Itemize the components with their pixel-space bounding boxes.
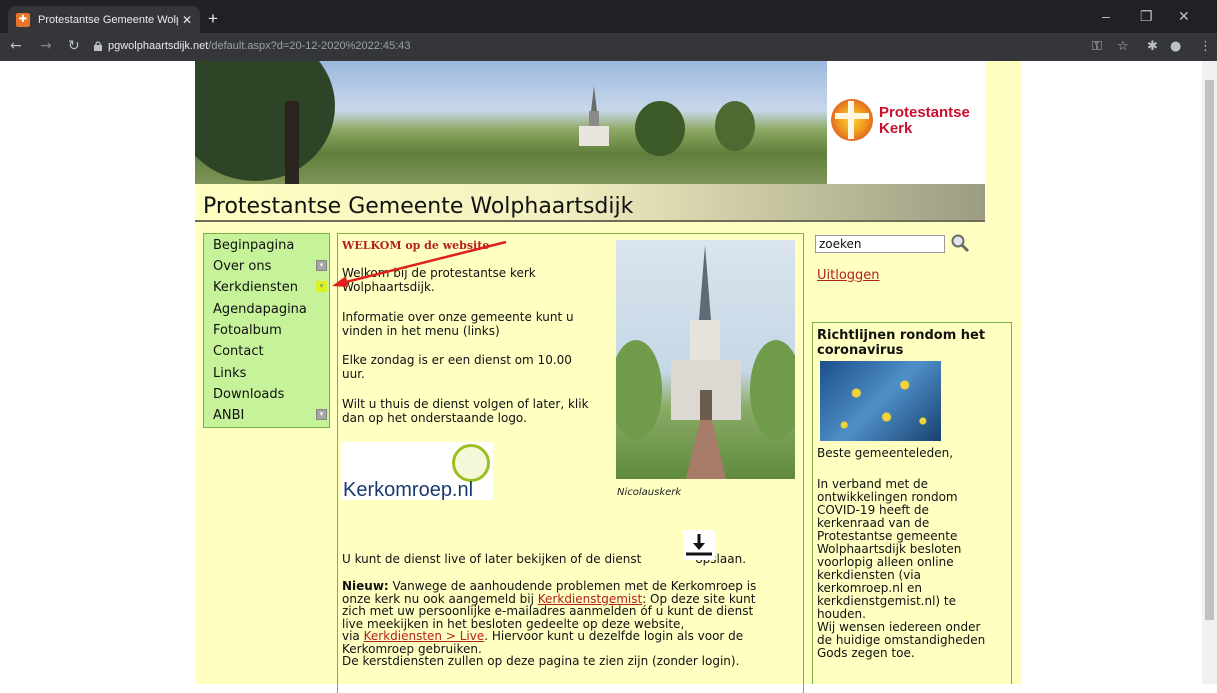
submenu-arrow-icon[interactable]: ▾ [316,409,327,420]
service-time-text: Elke zondag is er een dienst om 10.00 uur… [342,353,572,381]
reload-icon[interactable]: ↻ [68,38,80,54]
bookmark-star-icon[interactable]: ☆ [1117,39,1129,54]
close-window-icon[interactable]: ✕ [1178,8,1190,25]
annotation-arrow-icon [332,240,507,287]
logo-text: Protestantse Kerk [879,104,970,137]
pkn-cross-icon [831,99,873,141]
kerkomroep-logo-text: Kerkomroep.nl [343,479,474,501]
browser-toolbar: ← → ↻ pgwolphaartsdijk.net/default.aspx?… [0,33,1217,61]
banner-image [195,61,827,184]
menu-item-kerkdiensten[interactable]: Kerkdiensten [213,280,298,295]
download-icon[interactable] [683,530,715,560]
submenu-arrow-icon[interactable]: ▾ [316,281,327,292]
forward-icon[interactable]: → [40,38,52,54]
minimize-icon[interactable]: – [1102,8,1110,24]
logout-link[interactable]: Uitloggen [817,268,880,283]
menu-item-links[interactable]: Links [213,366,246,381]
restore-icon[interactable]: ❐ [1140,8,1153,25]
extensions-icon[interactable]: ✱ [1147,39,1158,54]
menu-item-beginpagina[interactable]: Beginpagina [213,238,294,253]
greeting-text: Beste gemeenteleden, [817,446,954,460]
menu-item-fotoalbum[interactable]: Fotoalbum [213,323,282,338]
menu-item-over-ons[interactable]: Over ons [213,259,271,274]
tab-title: Protestantse Gemeente Wolphaa [38,13,178,26]
info-text: Informatie over onze gemeente kunt u vind… [342,310,574,338]
kerkdiensten-live-link[interactable]: Kerkdiensten > Live [364,629,485,643]
search-input[interactable]: zoeken [815,235,945,253]
key-icon[interactable]: ⚿ [1092,39,1102,54]
site-title: Protestantse Gemeente Wolphaartsdijk [203,194,634,219]
close-tab-icon[interactable]: ✕ [182,13,192,27]
news-text: Nieuw: Vanwege de aanhoudende problemen … [342,579,757,668]
watch-text: Wilt u thuis de dienst volgen of later, … [342,397,589,425]
new-tab-icon[interactable]: + [208,9,218,29]
browser-tabbar: ✚ Protestantse Gemeente Wolphaa ✕ + – ❐ … [0,0,1217,33]
submenu-arrow-icon[interactable]: ▾ [316,260,327,271]
menu-item-anbi[interactable]: ANBI [213,408,244,423]
menu-item-agendapagina[interactable]: Agendapagina [213,302,307,317]
photo-caption: Nicolauskerk [617,487,682,498]
browser-tab[interactable]: ✚ Protestantse Gemeente Wolphaa ✕ [8,6,200,33]
profile-avatar-icon[interactable]: ● [1170,39,1181,54]
kerkomroep-icon [452,444,490,482]
corona-box-title: Richtlijnen rondom het coronavirus [817,328,986,358]
scrollbar-thumb[interactable] [1205,80,1214,620]
menu-item-downloads[interactable]: Downloads [213,387,284,402]
site-favicon-icon: ✚ [16,12,30,27]
address-bar[interactable]: pgwolphaartsdijk.net/default.aspx?d=20-1… [108,40,410,52]
coronavirus-image [820,361,941,441]
church-photo [616,240,795,479]
menu-item-contact[interactable]: Contact [213,344,264,359]
menu-dots-icon[interactable]: ⋮ [1199,39,1212,54]
back-icon[interactable]: ← [10,38,22,54]
main-menu: Beginpagina Over ons ▾ Kerkdiensten ▾ Ag… [203,233,330,428]
corona-text: In verband met de ontwikkelingen rondom CO… [817,477,986,660]
search-icon[interactable] [950,233,970,253]
lock-icon [94,41,102,51]
